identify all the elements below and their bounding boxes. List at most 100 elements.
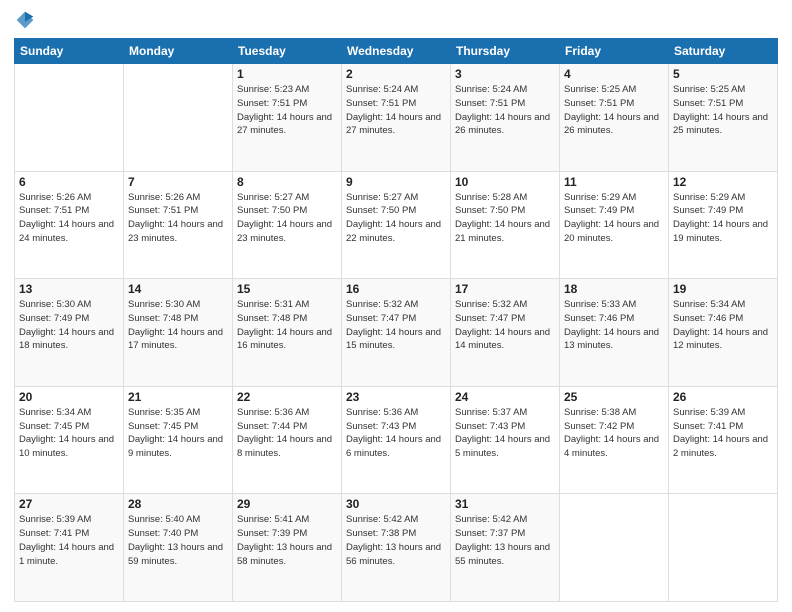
calendar-cell: 28 Sunrise: 5:40 AM Sunset: 7:40 PM Dayli… [124, 494, 233, 602]
day-number: 13 [19, 282, 119, 296]
day-number: 17 [455, 282, 555, 296]
day-number: 31 [455, 497, 555, 511]
day-info: Sunrise: 5:24 AM Sunset: 7:51 PM Dayligh… [346, 83, 446, 138]
calendar-cell: 11Sunrise: 5:29 AM Sunset: 7:49 PM Dayli… [560, 171, 669, 279]
day-info: Sunrise: 5:38 AM Sunset: 7:42 PM Dayligh… [564, 406, 664, 461]
day-number: 23 [346, 390, 446, 404]
weekday-header-tuesday: Tuesday [233, 39, 342, 64]
calendar-cell: 20 Sunrise: 5:34 AM Sunset: 7:45 PM Dayli… [15, 386, 124, 494]
calendar-cell: 26 Sunrise: 5:39 AM Sunset: 7:41 PM Dayli… [669, 386, 778, 494]
day-number: 8 [237, 175, 337, 189]
day-number: 18 [564, 282, 664, 296]
day-number: 21 [128, 390, 228, 404]
day-number: 1 [237, 67, 337, 81]
day-number: 19 [673, 282, 773, 296]
day-info: Sunrise: 5:35 AM Sunset: 7:45 PM Dayligh… [128, 406, 228, 461]
day-info: Sunrise: 5:34 AM Sunset: 7:46 PM Dayligh… [673, 298, 773, 353]
calendar-cell [15, 64, 124, 172]
day-info: Sunrise: 5:36 AM Sunset: 7:44 PM Dayligh… [237, 406, 337, 461]
day-number: 16 [346, 282, 446, 296]
day-info: Sunrise: 5:25 AM Sunset: 7:51 PM Dayligh… [564, 83, 664, 138]
day-number: 3 [455, 67, 555, 81]
day-info: Sunrise: 5:27 AM Sunset: 7:50 PM Dayligh… [346, 191, 446, 246]
calendar-cell: 5Sunrise: 5:25 AM Sunset: 7:51 PM Daylig… [669, 64, 778, 172]
calendar-cell: 30 Sunrise: 5:42 AM Sunset: 7:38 PM Dayli… [342, 494, 451, 602]
day-number: 26 [673, 390, 773, 404]
weekday-header-monday: Monday [124, 39, 233, 64]
day-info: Sunrise: 5:33 AM Sunset: 7:46 PM Dayligh… [564, 298, 664, 353]
calendar-cell: 8 Sunrise: 5:27 AM Sunset: 7:50 PM Daylig… [233, 171, 342, 279]
calendar-cell: 23 Sunrise: 5:36 AM Sunset: 7:43 PM Dayli… [342, 386, 451, 494]
day-info: Sunrise: 5:28 AM Sunset: 7:50 PM Dayligh… [455, 191, 555, 246]
day-info: Sunrise: 5:24 AM Sunset: 7:51 PM Dayligh… [455, 83, 555, 138]
day-info: Sunrise: 5:37 AM Sunset: 7:43 PM Dayligh… [455, 406, 555, 461]
calendar-cell: 31Sunrise: 5:42 AM Sunset: 7:37 PM Dayli… [451, 494, 560, 602]
calendar-week-row: 1 Sunrise: 5:23 AM Sunset: 7:51 PM Daylig… [15, 64, 778, 172]
calendar-cell: 18 Sunrise: 5:33 AM Sunset: 7:46 PM Dayli… [560, 279, 669, 387]
logo-icon [15, 10, 35, 30]
calendar-cell [560, 494, 669, 602]
day-info: Sunrise: 5:41 AM Sunset: 7:39 PM Dayligh… [237, 513, 337, 568]
calendar-cell: 27 Sunrise: 5:39 AM Sunset: 7:41 PM Dayli… [15, 494, 124, 602]
calendar-week-row: 13 Sunrise: 5:30 AM Sunset: 7:49 PM Dayli… [15, 279, 778, 387]
calendar-table: SundayMondayTuesdayWednesdayThursdayFrid… [14, 38, 778, 602]
logo [14, 10, 35, 30]
day-info: Sunrise: 5:29 AM Sunset: 7:49 PM Dayligh… [673, 191, 773, 246]
day-number: 14 [128, 282, 228, 296]
day-info: Sunrise: 5:32 AM Sunset: 7:47 PM Dayligh… [346, 298, 446, 353]
weekday-header-friday: Friday [560, 39, 669, 64]
day-info: Sunrise: 5:25 AM Sunset: 7:51 PM Dayligh… [673, 83, 773, 138]
day-info: Sunrise: 5:31 AM Sunset: 7:48 PM Dayligh… [237, 298, 337, 353]
calendar-cell: 25 Sunrise: 5:38 AM Sunset: 7:42 PM Dayli… [560, 386, 669, 494]
page: SundayMondayTuesdayWednesdayThursdayFrid… [0, 0, 792, 612]
day-number: 24 [455, 390, 555, 404]
day-info: Sunrise: 5:29 AM Sunset: 7:49 PM Dayligh… [564, 191, 664, 246]
day-number: 20 [19, 390, 119, 404]
day-number: 28 [128, 497, 228, 511]
day-info: Sunrise: 5:39 AM Sunset: 7:41 PM Dayligh… [673, 406, 773, 461]
calendar-cell: 4 Sunrise: 5:25 AM Sunset: 7:51 PM Daylig… [560, 64, 669, 172]
calendar-cell: 29 Sunrise: 5:41 AM Sunset: 7:39 PM Dayli… [233, 494, 342, 602]
day-number: 6 [19, 175, 119, 189]
day-info: Sunrise: 5:26 AM Sunset: 7:51 PM Dayligh… [128, 191, 228, 246]
header [14, 10, 778, 30]
day-number: 29 [237, 497, 337, 511]
day-info: Sunrise: 5:40 AM Sunset: 7:40 PM Dayligh… [128, 513, 228, 568]
calendar-cell: 14 Sunrise: 5:30 AM Sunset: 7:48 PM Dayli… [124, 279, 233, 387]
day-info: Sunrise: 5:27 AM Sunset: 7:50 PM Dayligh… [237, 191, 337, 246]
calendar-cell [669, 494, 778, 602]
calendar-cell: 19 Sunrise: 5:34 AM Sunset: 7:46 PM Dayli… [669, 279, 778, 387]
weekday-header-saturday: Saturday [669, 39, 778, 64]
day-info: Sunrise: 5:34 AM Sunset: 7:45 PM Dayligh… [19, 406, 119, 461]
calendar-cell: 6 Sunrise: 5:26 AM Sunset: 7:51 PM Daylig… [15, 171, 124, 279]
day-number: 30 [346, 497, 446, 511]
day-number: 15 [237, 282, 337, 296]
day-info: Sunrise: 5:30 AM Sunset: 7:49 PM Dayligh… [19, 298, 119, 353]
calendar-cell: 17 Sunrise: 5:32 AM Sunset: 7:47 PM Dayli… [451, 279, 560, 387]
day-number: 25 [564, 390, 664, 404]
day-info: Sunrise: 5:39 AM Sunset: 7:41 PM Dayligh… [19, 513, 119, 568]
calendar-week-row: 27 Sunrise: 5:39 AM Sunset: 7:41 PM Dayli… [15, 494, 778, 602]
day-number: 4 [564, 67, 664, 81]
day-info: Sunrise: 5:42 AM Sunset: 7:38 PM Dayligh… [346, 513, 446, 568]
calendar-cell [124, 64, 233, 172]
day-number: 9 [346, 175, 446, 189]
day-number: 22 [237, 390, 337, 404]
day-info: Sunrise: 5:26 AM Sunset: 7:51 PM Dayligh… [19, 191, 119, 246]
calendar-cell: 15 Sunrise: 5:31 AM Sunset: 7:48 PM Dayli… [233, 279, 342, 387]
day-info: Sunrise: 5:36 AM Sunset: 7:43 PM Dayligh… [346, 406, 446, 461]
day-number: 2 [346, 67, 446, 81]
day-number: 27 [19, 497, 119, 511]
calendar-cell: 24 Sunrise: 5:37 AM Sunset: 7:43 PM Dayli… [451, 386, 560, 494]
weekday-header-row: SundayMondayTuesdayWednesdayThursdayFrid… [15, 39, 778, 64]
calendar-cell: 13 Sunrise: 5:30 AM Sunset: 7:49 PM Dayli… [15, 279, 124, 387]
calendar-cell: 7Sunrise: 5:26 AM Sunset: 7:51 PM Daylig… [124, 171, 233, 279]
weekday-header-sunday: Sunday [15, 39, 124, 64]
calendar-cell: 2 Sunrise: 5:24 AM Sunset: 7:51 PM Daylig… [342, 64, 451, 172]
day-info: Sunrise: 5:23 AM Sunset: 7:51 PM Dayligh… [237, 83, 337, 138]
day-info: Sunrise: 5:30 AM Sunset: 7:48 PM Dayligh… [128, 298, 228, 353]
day-info: Sunrise: 5:32 AM Sunset: 7:47 PM Dayligh… [455, 298, 555, 353]
calendar-cell: 16 Sunrise: 5:32 AM Sunset: 7:47 PM Dayli… [342, 279, 451, 387]
weekday-header-thursday: Thursday [451, 39, 560, 64]
calendar-week-row: 20 Sunrise: 5:34 AM Sunset: 7:45 PM Dayli… [15, 386, 778, 494]
